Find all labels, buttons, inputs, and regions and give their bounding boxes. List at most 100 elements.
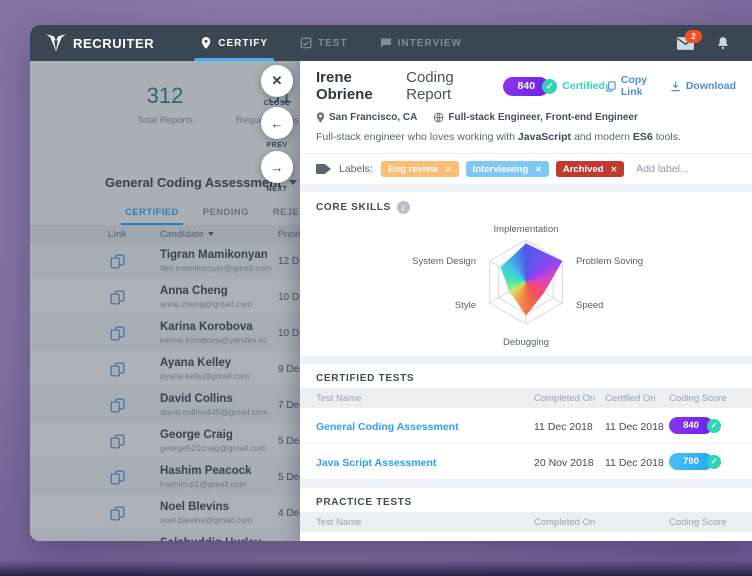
labels-tag-icon [316,164,331,174]
test-row: General Coding Assessment 11 Dec 2018 11 D… [300,408,752,444]
certified-tests-title: CERTIFIED TESTS [316,373,415,384]
completed-on-cell: 11 Dec 2018 [534,417,605,435]
radar-axis-label: Style [454,300,476,311]
download-icon [670,81,681,92]
core-skills-section-header: CORE SKILLS i [300,192,752,218]
radar-axis-label: System Design [412,256,476,267]
bell-icon [716,36,730,50]
practice-tests-table-header: Test Name Completed On Coding Score [300,512,752,532]
navbar-tabs: CERTIFY TEST INTERVIEW [184,25,478,61]
tab-certify[interactable]: CERTIFY [184,25,284,61]
certified-check-icon: ✓ [707,418,721,433]
location-pin-icon [316,112,325,123]
navbar: RECRUITER CERTIFY TEST INTERVIEW 2 [30,25,752,61]
chip-close-icon[interactable]: ✕ [535,165,542,174]
certified-label: Certified [562,80,605,92]
report-actions: Copy Link Download [605,74,736,98]
certified-tests-section-header: CERTIFIED TESTS [300,364,752,388]
add-label-input[interactable] [634,162,729,176]
column-header: Completed On [534,392,596,404]
bio-segment: ES6 [632,131,653,143]
label-chip-text: Archived [562,163,604,175]
bio-segment: JavaScript [517,131,572,143]
radar-axis-label: Problem Soving [576,256,644,267]
roles-text: Full-stack Engineer, Front-end Engineer [448,112,638,123]
copy-icon [605,80,616,92]
nav-tab-label: CERTIFY [218,37,269,49]
column-header: Test Name [316,392,362,404]
mail-badge: 2 [685,29,702,43]
active-tab-underline [194,58,275,61]
label-chip[interactable]: Eng review ✕ [380,161,459,177]
brand-name: RECRUITER [73,35,155,51]
overlay-next-button[interactable]: → NEXT [247,151,307,193]
core-skills-radar-chart: Implementation Problem Soving Speed Debuggi… [406,220,646,348]
label-chip[interactable]: Interviewing ✕ [465,161,549,177]
notifications-button[interactable] [716,36,730,50]
column-header: Test Name [316,516,362,528]
overlay-button-label: PREV [266,142,288,149]
tab-test[interactable]: TEST [284,25,364,61]
location-text: San Francisco, CA [329,112,418,123]
interview-chat-icon [380,37,392,49]
radar-axis-label: Debugging [503,337,549,348]
test-name-cell: General Coding Assessment [316,417,534,435]
test-checkbox-icon [300,37,312,49]
prev-icon: ← [261,107,293,139]
certified-check-icon: ✓ [707,454,721,469]
coding-score-cell: 840 ✓ [669,417,736,434]
overlay-button-label: NEXT [266,186,288,193]
candidate-name: Irene Obriene [316,69,373,103]
roles-globe-icon [433,112,444,123]
copy-link-button[interactable]: Copy Link [605,74,654,98]
label-chip[interactable]: Archived ✕ [555,161,625,177]
location: San Francisco, CA [316,112,417,123]
label-chips: Eng review ✕ Interviewing ✕ Archived ✕ [380,161,625,177]
certified-on-date: 11 Dec 2018 [605,456,664,469]
test-row: Java Script Assessment 20 Nov 2018 11 Dec … [300,444,752,480]
info-icon[interactable]: i [396,201,410,214]
report-header: Irene Obriene Coding Report 840 ✓ Certif… [300,57,752,153]
certified-on-cell: 11 Dec 2018 [605,417,669,435]
labels-title: Labels: [339,163,373,175]
recruiter-logo-icon [46,34,66,52]
test-name-link[interactable]: Java Script Assessment [316,457,436,469]
roles: Full-stack Engineer, Front-end Engineer [433,112,638,123]
certified-on-date: 11 Dec 2018 [605,420,664,433]
overlay-prev-button[interactable]: ← PREV [247,107,307,149]
tab-interview[interactable]: INTERVIEW [364,25,478,61]
download-button[interactable]: Download [670,80,736,92]
label-chip-text: Interviewing [472,163,529,175]
certified-check-icon: ✓ [542,78,558,94]
labels-row: Labels: Eng review ✕ Interviewing ✕ Archived… [300,154,752,184]
certified-tests-table-header: Test Name Completed On Certified On Coding … [300,388,752,408]
completed-on-date: 20 Nov 2018 [534,456,594,469]
label-chip-text: Eng review [387,163,439,175]
bio-text: Full-stack engineer who loves working wi… [316,131,736,143]
certify-pin-icon [200,37,212,49]
bio-segment: Full-stack engineer who loves working wi… [316,131,518,143]
chip-close-icon[interactable]: ✕ [611,165,618,174]
column-header: Completed On [534,516,596,528]
completed-on-cell: 20 Dec 2018 [534,541,669,542]
chip-close-icon[interactable]: ✕ [445,165,452,174]
overlay-button-label: CLOSE [263,100,291,107]
certified-tests-table: General Coding Assessment 11 Dec 2018 11 D… [300,408,752,480]
test-name-cell: December Practice Test [316,541,534,542]
section-separator [300,184,752,192]
certified-on-cell: 11 Dec 2018 [605,453,669,471]
report-meta: San Francisco, CA Full-stack Engineer, F… [316,112,736,123]
column-header: Coding Score [669,392,727,404]
practice-tests-table: December Practice Test20 Dec 2018810Nove… [300,532,752,541]
practice-tests-title: PRACTICE TESTS [316,497,412,508]
mail-button[interactable]: 2 [677,29,702,50]
report-modal: Irene Obriene Coding Report 840 ✓ Certif… [300,57,752,541]
app-window: RECRUITER CERTIFY TEST INTERVIEW 2 312 Tot… [30,25,752,541]
core-skills-title: CORE SKILLS [316,202,391,213]
coding-score-cell: 790 ✓ [669,453,736,470]
practice-tests-section-header: PRACTICE TESTS [300,488,752,512]
page-title: Coding Report [406,69,454,103]
overlay-close-button[interactable]: ✕ CLOSE [247,65,307,107]
test-name-link[interactable]: General Coding Assessment [316,421,459,433]
brand[interactable]: RECRUITER [46,34,154,52]
